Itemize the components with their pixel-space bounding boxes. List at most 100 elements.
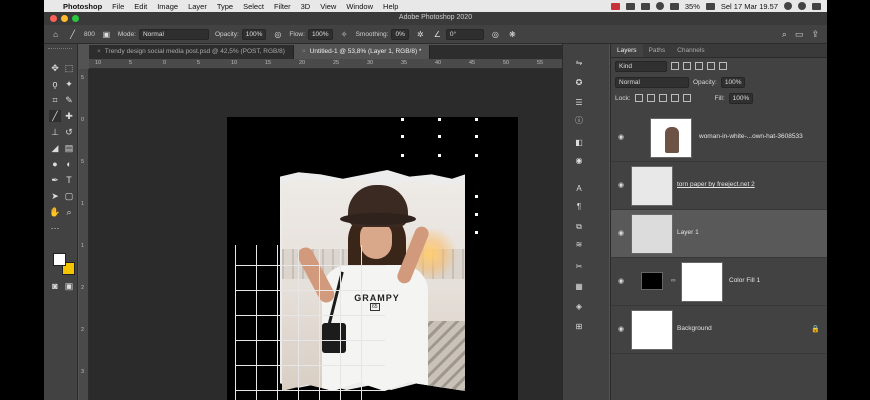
blend-mode-select[interactable]: Normal [615, 76, 689, 88]
menu-app[interactable]: Photoshop [58, 2, 107, 11]
brush-preset-icon[interactable]: ╱ [67, 29, 78, 40]
eyedropper-icon[interactable]: ✎ [63, 94, 75, 106]
channels-icon[interactable]: ⊞ [573, 322, 585, 332]
close-tab-icon[interactable]: × [302, 48, 306, 55]
menu-view[interactable]: View [315, 2, 341, 11]
lock-position-icon[interactable] [658, 94, 667, 102]
character-icon[interactable]: A [573, 184, 585, 194]
type-icon[interactable]: T [63, 174, 75, 186]
learn-icon[interactable]: ✪ [573, 78, 585, 88]
tab-layers[interactable]: Layers [611, 44, 643, 57]
quick-mask-icon[interactable]: ◙ [49, 280, 61, 292]
tab-paths[interactable]: Paths [643, 44, 672, 57]
menu-image[interactable]: Image [152, 2, 183, 11]
chain-link-icon[interactable]: ∞ [671, 277, 676, 284]
shape-icon[interactable]: ▢ [63, 190, 75, 202]
layer-row-layer-1[interactable]: ◉ Layer 1 [611, 210, 827, 258]
adjustments-icon[interactable]: ◧ [573, 138, 585, 148]
menu-help[interactable]: Help [378, 2, 403, 11]
vertical-ruler[interactable]: 5 0 5 1 1 2 2 3 [79, 69, 89, 400]
paragraph-icon[interactable]: ¶ [573, 202, 585, 212]
move-icon[interactable]: ✥ [49, 62, 61, 74]
brush-settings-icon[interactable]: ▣ [101, 29, 112, 40]
flow-field[interactable]: 100% [307, 28, 333, 40]
healing-icon[interactable]: ✚ [63, 110, 75, 122]
menu-layer[interactable]: Layer [183, 2, 212, 11]
brushes-icon[interactable]: ≋ [573, 240, 585, 250]
color-icon[interactable]: ◉ [573, 156, 585, 166]
menu-edit[interactable]: Edit [129, 2, 152, 11]
layer-row-background[interactable]: ◉ Background 🔒 [611, 306, 827, 354]
angle-field[interactable]: 0° [445, 28, 484, 40]
layer-name[interactable]: Color Fill 1 [729, 277, 760, 284]
lasso-icon[interactable]: ϙ [49, 78, 61, 90]
properties-icon[interactable]: ☰ [573, 98, 585, 108]
menu-3d[interactable]: 3D [296, 2, 316, 11]
close-tab-icon[interactable]: × [97, 48, 101, 55]
zoom-icon[interactable]: ⌕ [63, 206, 75, 218]
menu-file[interactable]: File [107, 2, 129, 11]
layer-fill-field[interactable]: 100% [728, 92, 754, 104]
menu-select[interactable]: Select [238, 2, 269, 11]
pixel-filter-icon[interactable] [671, 62, 679, 70]
path-selection-icon[interactable]: ➤ [49, 190, 61, 202]
document-canvas[interactable]: GRAMPY 65 [227, 117, 518, 400]
tab-channels[interactable]: Channels [671, 44, 710, 57]
lock-artboard-icon[interactable] [670, 94, 679, 102]
toolbar-grip[interactable] [48, 48, 72, 52]
layer-row-color-fill-1[interactable]: ◉ ∞ Color Fill 1 [611, 258, 827, 306]
tab-trendy-design[interactable]: × Trendy design social media post.psd @ 4… [89, 45, 294, 59]
tab-untitled-1[interactable]: × Untitled-1 @ 53,8% (Layer 1, RGB/8) * [293, 45, 431, 59]
horizontal-ruler[interactable]: 10 5 0 5 10 15 20 25 30 35 40 45 50 55 6… [89, 59, 603, 69]
layer-name[interactable]: Background [677, 325, 712, 332]
record-icon[interactable] [610, 2, 620, 10]
home-icon[interactable]: ⌂ [50, 29, 61, 40]
blur-icon[interactable]: ● [49, 158, 61, 170]
3d-icon[interactable]: ◈ [573, 302, 585, 312]
opacity-field[interactable]: 100% [241, 28, 267, 40]
styles-icon[interactable]: ⧉ [573, 222, 585, 232]
menu-type[interactable]: Type [212, 2, 238, 11]
share-icon[interactable]: ⇪ [811, 29, 819, 40]
eye-icon[interactable]: ◉ [618, 325, 627, 333]
layer-row-torn-paper[interactable]: ◉ torn paper by freeject.net 2 [611, 162, 827, 210]
eye-icon[interactable]: ◉ [618, 181, 627, 189]
eye-icon[interactable]: ◉ [618, 133, 627, 141]
layer-name[interactable]: Layer 1 [677, 229, 699, 236]
battery-icon[interactable] [705, 2, 715, 10]
lock-pixels-icon[interactable] [646, 94, 655, 102]
volume-icon[interactable] [655, 2, 664, 10]
hand-icon[interactable]: ✋ [49, 206, 61, 218]
eye-icon[interactable]: ◉ [618, 229, 627, 237]
dodge-icon[interactable]: ◐ [63, 158, 75, 170]
layer-name[interactable]: torn paper by freeject.net 2 [677, 181, 755, 188]
pressure-opacity-icon[interactable]: ◎ [272, 29, 283, 40]
brush-size[interactable]: 800 [84, 31, 95, 38]
mode-select[interactable]: Normal [138, 28, 209, 40]
eye-icon[interactable]: ◉ [618, 277, 627, 285]
history-brush-icon[interactable]: ↺ [63, 126, 75, 138]
foreground-color-swatch[interactable] [53, 253, 66, 266]
kind-filter-select[interactable]: Kind [615, 60, 667, 72]
smart-object-filter-icon[interactable] [719, 62, 727, 70]
menu-window[interactable]: Window [341, 2, 378, 11]
symmetry-icon[interactable]: ❋ [507, 29, 518, 40]
workspace-icon[interactable]: ▭ [795, 29, 804, 40]
stamp-icon[interactable]: ⊥ [49, 126, 61, 138]
smoothing-settings-icon[interactable]: ✲ [415, 29, 426, 40]
magic-wand-icon[interactable]: ✦ [63, 78, 75, 90]
airbrush-icon[interactable]: ✧ [339, 29, 350, 40]
eraser-icon[interactable]: ◢ [49, 142, 61, 154]
siri-icon[interactable] [798, 2, 806, 10]
pen-icon[interactable]: ✒ [49, 174, 61, 186]
adjustment-filter-icon[interactable] [683, 62, 691, 70]
search-icon[interactable]: ⌕ [782, 29, 787, 40]
canvas-area[interactable]: GRAMPY 65 [89, 69, 603, 400]
screen-icon[interactable] [625, 2, 635, 10]
menu-filter[interactable]: Filter [269, 2, 296, 11]
layer-name[interactable]: woman-in-white-...own-hat-3608533 [699, 133, 803, 140]
info-icon[interactable]: ⓘ [573, 116, 585, 126]
more-tools-icon[interactable]: ··· [49, 222, 61, 234]
search-icon[interactable] [784, 2, 792, 10]
marquee-icon[interactable]: ⬚ [63, 62, 75, 74]
